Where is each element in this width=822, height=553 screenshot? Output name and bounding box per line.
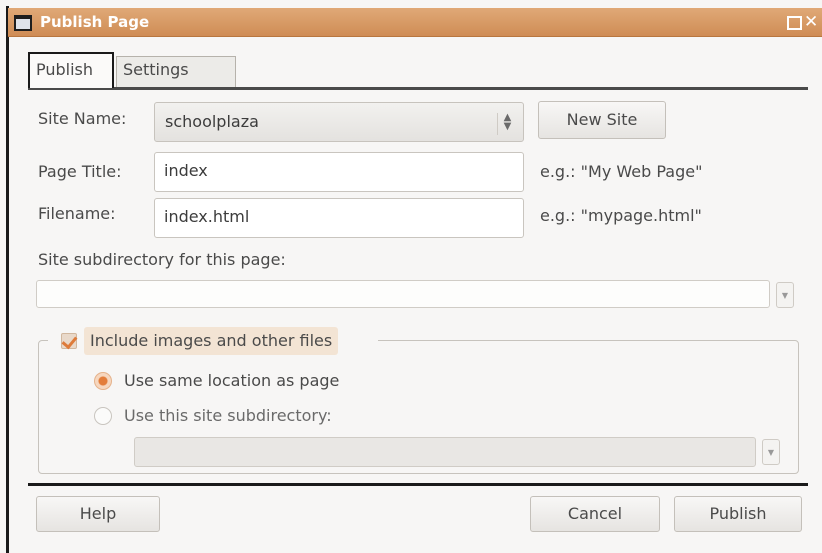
window-icon [14, 15, 32, 31]
include-files-label[interactable]: Include images and other files [84, 327, 339, 355]
new-site-button[interactable]: New Site [538, 101, 666, 139]
filename-input[interactable]: index.html [154, 198, 524, 238]
close-icon[interactable]: ✕ [804, 14, 820, 31]
files-subdirectory-input[interactable] [134, 437, 756, 467]
files-subdirectory-dropdown-icon[interactable]: ▼ [762, 439, 780, 465]
updown-arrows-icon: ▲ ▼ [497, 113, 513, 135]
site-name-select[interactable]: schoolplaza ▲ ▼ [154, 102, 524, 142]
window-title: Publish Page [40, 13, 150, 31]
site-subdirectory-label[interactable]: Use this site subdirectory: [124, 406, 332, 425]
cancel-button[interactable]: Cancel [530, 496, 660, 532]
page-title-hint: e.g.: "My Web Page" [540, 162, 703, 181]
subdirectory-input[interactable] [36, 280, 770, 308]
tab-settings[interactable]: Settings [116, 56, 236, 88]
subdirectory-dropdown-icon[interactable]: ▼ [776, 282, 794, 308]
tab-publish[interactable]: Publish [28, 52, 114, 88]
publish-page-dialog: Publish Page ✕ Publish Settings Site Nam… [0, 0, 822, 553]
window-left-border [6, 6, 9, 553]
radio-same-location[interactable] [94, 372, 112, 390]
page-title-label: Page Title: [38, 162, 122, 181]
title-bar[interactable]: Publish Page ✕ [8, 8, 822, 37]
include-files-checkbox[interactable] [61, 333, 77, 349]
include-files-header: Include images and other files [48, 325, 378, 355]
help-button[interactable]: Help [36, 496, 160, 532]
subdirectory-label: Site subdirectory for this page: [38, 250, 286, 269]
site-name-label: Site Name: [38, 109, 127, 128]
filename-hint: e.g.: "mypage.html" [540, 206, 702, 225]
radio-site-subdirectory[interactable] [94, 407, 112, 425]
filename-label: Filename: [38, 204, 116, 223]
panel-bottom-border [28, 483, 808, 486]
site-name-value: schoolplaza [165, 112, 259, 131]
maximize-icon[interactable] [786, 14, 802, 30]
page-title-input[interactable]: index [154, 152, 524, 192]
publish-button[interactable]: Publish [674, 496, 802, 532]
same-location-label[interactable]: Use same location as page [124, 371, 339, 390]
